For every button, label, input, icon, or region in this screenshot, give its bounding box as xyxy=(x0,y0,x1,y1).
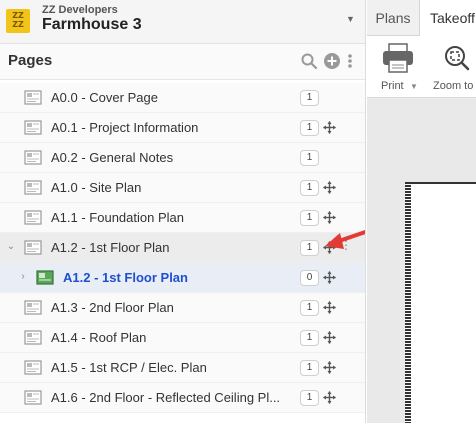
page-count-badge: 1 xyxy=(300,330,319,346)
chevron-down-icon[interactable]: ⌄ xyxy=(5,241,17,253)
move-icon[interactable] xyxy=(323,331,336,344)
chevron-right-icon[interactable]: › xyxy=(17,271,29,283)
list-item-page[interactable]: ⌄ A1.2 - 1st Floor Plan 1 ⋮ xyxy=(0,233,365,263)
page-label: A0.0 - Cover Page xyxy=(51,90,158,105)
list-item-page[interactable]: A1.3 - 2nd Floor Plan 1 xyxy=(0,293,365,323)
page-count-badge: 1 xyxy=(300,120,319,136)
drawing-sheet xyxy=(405,182,476,423)
logo-text-top: ZZ xyxy=(12,11,24,20)
print-label: Print xyxy=(381,80,404,92)
caret-down-icon[interactable]: ▼ xyxy=(346,14,355,24)
page-count-badge: 1 xyxy=(300,390,319,406)
zoom-to-button[interactable]: Zoom to xyxy=(433,42,473,92)
company-logo: ZZ ZZ xyxy=(6,9,30,33)
company-name: ZZ Developers xyxy=(42,4,118,16)
move-icon[interactable] xyxy=(323,181,336,194)
logo-text-bottom: ZZ xyxy=(12,20,24,29)
pages-panel-header: Pages xyxy=(0,44,365,80)
move-icon[interactable] xyxy=(323,361,336,374)
page-icon xyxy=(24,150,42,165)
list-item-page[interactable]: A1.5 - 1st RCP / Elec. Plan 1 xyxy=(0,353,365,383)
add-icon[interactable] xyxy=(323,52,341,70)
page-count-badge: 0 xyxy=(300,270,319,286)
page-icon xyxy=(24,210,42,225)
pages-sidebar: ZZ ZZ ZZ Developers Farmhouse 3 ▼ Pages … xyxy=(0,0,366,423)
right-panel: Plans Takeoff Print ▼ Zoom to xyxy=(367,0,476,423)
page-label: A1.5 - 1st RCP / Elec. Plan xyxy=(51,360,207,375)
page-count-badge: 1 xyxy=(300,360,319,376)
project-name: Farmhouse 3 xyxy=(42,16,142,33)
page-label: A0.2 - General Notes xyxy=(51,150,174,165)
sheet-thumbnail-icon xyxy=(36,270,54,285)
tab-takeoff[interactable]: Takeoff xyxy=(419,0,476,36)
search-icon[interactable] xyxy=(300,52,318,70)
page-icon xyxy=(24,240,42,255)
page-count-badge: 1 xyxy=(300,180,319,196)
list-item-page[interactable]: A1.0 - Site Plan 1 xyxy=(0,173,365,203)
tab-plans[interactable]: Plans xyxy=(367,0,419,36)
page-label: A1.4 - Roof Plan xyxy=(51,330,147,345)
page-count-badge: 1 xyxy=(300,150,319,166)
list-item-page[interactable]: A1.1 - Foundation Plan 1 xyxy=(0,203,365,233)
zoom-fit-icon xyxy=(445,46,470,71)
page-icon xyxy=(24,120,42,135)
page-count-badge: 1 xyxy=(300,210,319,226)
printer-icon xyxy=(383,43,413,73)
annotation-arrow xyxy=(325,229,365,249)
page-label: A0.1 - Project Information xyxy=(51,120,199,135)
drawing-canvas[interactable] xyxy=(367,99,476,423)
page-count-badge: 1 xyxy=(300,240,319,256)
page-label: A1.2 - 1st Floor Plan xyxy=(51,240,170,255)
list-item-page[interactable]: A1.6 - 2nd Floor - Reflected Ceiling Pl.… xyxy=(0,383,365,413)
page-count-badge: 1 xyxy=(300,300,319,316)
page-label: A1.2 - 1st Floor Plan xyxy=(63,270,188,285)
project-header[interactable]: ZZ ZZ ZZ Developers Farmhouse 3 ▼ xyxy=(0,0,365,44)
move-icon[interactable] xyxy=(323,271,336,284)
page-icon xyxy=(24,330,42,345)
pages-title: Pages xyxy=(8,52,53,69)
page-count-badge: 1 xyxy=(300,90,319,106)
takeoff-toolbar: Print ▼ Zoom to xyxy=(367,36,476,98)
zoom-to-label: Zoom to xyxy=(433,80,474,92)
page-label: A1.0 - Site Plan xyxy=(51,180,142,195)
move-icon[interactable] xyxy=(323,121,336,134)
page-icon xyxy=(24,180,42,195)
page-icon xyxy=(24,90,42,105)
list-item-subpage[interactable]: › A1.2 - 1st Floor Plan 0 xyxy=(0,263,365,293)
page-label: A1.3 - 2nd Floor Plan xyxy=(51,300,174,315)
list-item-page[interactable]: A0.1 - Project Information 1 xyxy=(0,113,365,143)
view-tabs: Plans Takeoff xyxy=(367,0,476,36)
page-label: A1.1 - Foundation Plan xyxy=(51,210,184,225)
page-label: A1.6 - 2nd Floor - Reflected Ceiling Pl.… xyxy=(51,390,281,405)
caret-down-icon[interactable]: ▼ xyxy=(410,82,418,91)
list-item-page[interactable]: A0.2 - General Notes 1 xyxy=(0,143,365,173)
page-icon xyxy=(24,300,42,315)
list-item-page[interactable]: A0.0 - Cover Page 1 xyxy=(0,83,365,113)
page-icon xyxy=(24,360,42,375)
print-button[interactable]: Print ▼ xyxy=(381,42,418,92)
move-icon[interactable] xyxy=(323,301,336,314)
sheet-ruler xyxy=(405,184,411,423)
page-icon xyxy=(24,390,42,405)
list-item-page[interactable]: A1.4 - Roof Plan 1 xyxy=(0,323,365,353)
move-icon[interactable] xyxy=(323,391,336,404)
more-vertical-icon[interactable] xyxy=(345,52,355,70)
